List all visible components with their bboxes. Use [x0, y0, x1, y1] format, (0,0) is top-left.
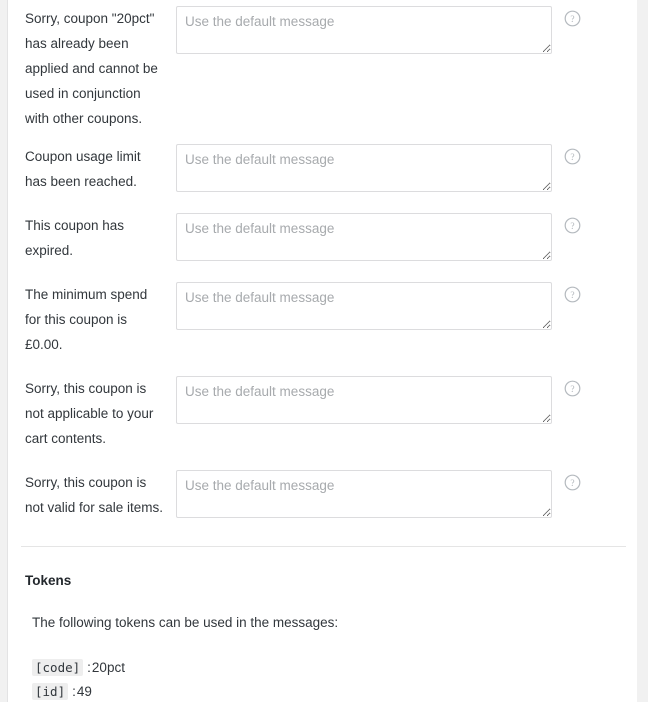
- message-textarea[interactable]: [176, 6, 552, 54]
- tokens-heading: Tokens: [25, 573, 72, 588]
- coupon-messages-panel: Sorry, coupon "20pct" has already been a…: [7, 0, 637, 702]
- section-divider: [21, 546, 626, 547]
- tokens-intro-text: The following tokens can be used in the …: [32, 615, 339, 630]
- row-label: Sorry, coupon "20pct" has already been a…: [25, 11, 158, 126]
- help-circle-icon[interactable]: ?: [564, 380, 581, 397]
- tokens-list: [code]:20pct [id]:49 [type]:percent [dis…: [8, 656, 637, 702]
- row-field: ?: [176, 6, 637, 54]
- row-label: Sorry, this coupon is not applicable to …: [25, 381, 154, 446]
- help-circle-icon[interactable]: ?: [564, 474, 581, 491]
- row-label: Coupon usage limit has been reached.: [25, 149, 141, 189]
- help-circle-icon[interactable]: ?: [564, 217, 581, 234]
- svg-text:?: ?: [570, 385, 574, 395]
- token-value: 20pct: [91, 660, 125, 675]
- row-field: ?: [176, 376, 637, 424]
- help-circle-icon[interactable]: ?: [564, 148, 581, 165]
- token-key: [code]: [32, 659, 84, 676]
- message-textarea[interactable]: [176, 282, 552, 330]
- screen: Sorry, coupon "20pct" has already been a…: [0, 0, 648, 702]
- row-label: This coupon has expired.: [25, 218, 125, 258]
- table-row: The minimum spend for this coupon is £0.…: [8, 263, 637, 357]
- svg-text:?: ?: [570, 291, 574, 301]
- svg-text:?: ?: [570, 153, 574, 163]
- table-row: Sorry, coupon "20pct" has already been a…: [8, 0, 637, 131]
- row-label: The minimum spend for this coupon is £0.…: [25, 287, 148, 352]
- token-separator: :: [87, 660, 91, 675]
- message-textarea[interactable]: [176, 376, 552, 424]
- token-key: [id]: [32, 683, 69, 700]
- right-gutter: [638, 0, 648, 702]
- message-textarea[interactable]: [176, 213, 552, 261]
- table-row: This coupon has expired. ?: [8, 194, 637, 263]
- row-field: ?: [176, 144, 637, 192]
- token-separator: :: [72, 684, 76, 699]
- row-field: ?: [176, 470, 637, 518]
- svg-text:?: ?: [570, 222, 574, 232]
- left-gutter: [0, 0, 7, 702]
- coupon-message-form: Sorry, coupon "20pct" has already been a…: [8, 0, 637, 520]
- svg-text:?: ?: [570, 15, 574, 25]
- row-label: Sorry, this coupon is not valid for sale…: [25, 475, 164, 515]
- list-item: [id]:49: [32, 680, 637, 702]
- list-item: [code]:20pct: [32, 656, 637, 680]
- token-value: 49: [76, 684, 92, 699]
- message-textarea[interactable]: [176, 470, 552, 518]
- row-field: ?: [176, 213, 637, 261]
- help-circle-icon[interactable]: ?: [564, 286, 581, 303]
- table-row: Sorry, this coupon is not valid for sale…: [8, 451, 637, 520]
- svg-text:?: ?: [570, 479, 574, 489]
- table-row: Coupon usage limit has been reached. ?: [8, 131, 637, 194]
- tokens-section: Tokens The following tokens can be used …: [8, 572, 637, 702]
- table-row: Sorry, this coupon is not applicable to …: [8, 357, 637, 451]
- row-field: ?: [176, 282, 637, 330]
- message-textarea[interactable]: [176, 144, 552, 192]
- help-circle-icon[interactable]: ?: [564, 10, 581, 27]
